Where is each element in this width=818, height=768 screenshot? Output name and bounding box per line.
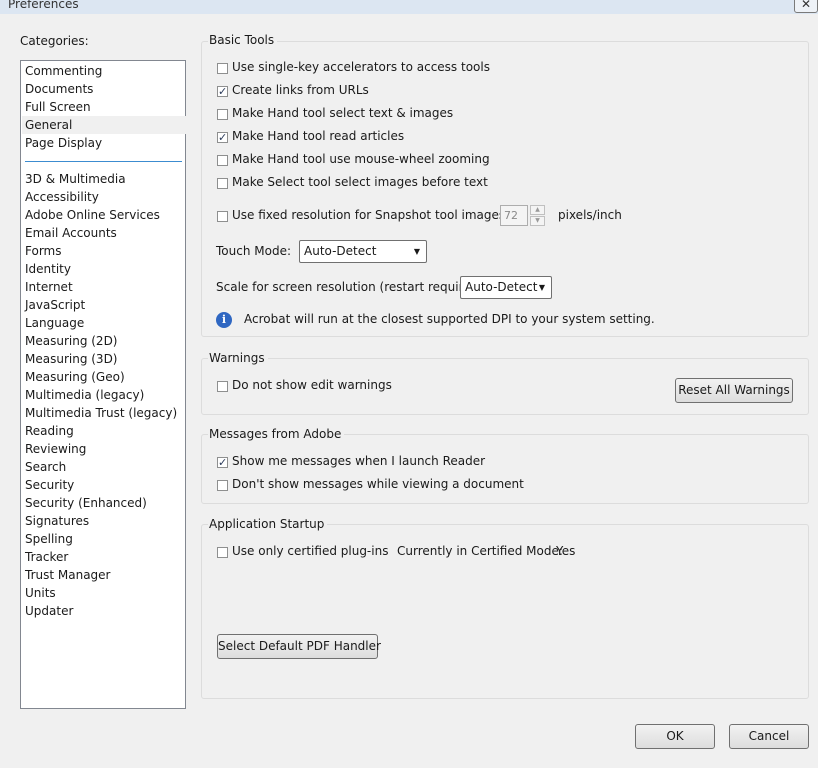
list-separator [25,161,182,162]
dpi-info-text: Acrobat will run at the closest supporte… [244,312,655,326]
category-item-email-accounts[interactable]: Email Accounts [25,224,185,242]
category-item-page-display[interactable]: Page Display [25,134,185,152]
category-item-3d-multimedia[interactable]: 3D & Multimedia [25,170,185,188]
touch-mode-value: Auto-Detect [304,244,377,258]
category-item-full-screen[interactable]: Full Screen [25,98,185,116]
reset-all-warnings-button[interactable]: Reset All Warnings [675,378,793,403]
category-item-multimedia-trust-legacy[interactable]: Multimedia Trust (legacy) [25,404,185,422]
category-item-reading[interactable]: Reading [25,422,185,440]
category-item-search[interactable]: Search [25,458,185,476]
category-item-measuring-geo[interactable]: Measuring (Geo) [25,368,185,386]
category-item-javascript[interactable]: JavaScript [25,296,185,314]
hand-select-text-checkbox[interactable] [217,109,228,120]
category-item-measuring-3d[interactable]: Measuring (3D) [25,350,185,368]
single-key-accelerators-label: Use single-key accelerators to access to… [232,60,490,74]
category-item-documents[interactable]: Documents [25,80,185,98]
pixels-per-inch-label: pixels/inch [558,208,622,222]
category-item-general[interactable]: General [22,116,188,134]
messages-group [201,434,809,504]
snapshot-resolution-input[interactable]: 72 [500,205,528,226]
category-item-identity[interactable]: Identity [25,260,185,278]
select-pdf-handler-button[interactable]: Select Default PDF Handler [217,634,381,659]
warnings-title: Warnings [208,351,268,365]
show-messages-label: Show me messages when I launch Reader [232,454,486,468]
certified-mode-label: Currently in Certified Mode: [397,544,563,558]
close-button[interactable]: ✕ [794,0,818,13]
chevron-down-icon: ▼ [538,283,546,292]
scale-resolution-label: Scale for screen resolution (restart req… [216,280,488,294]
category-item-forms[interactable]: Forms [25,242,185,260]
chevron-down-icon: ▼ [413,247,421,256]
create-links-label: Create links from URLs [232,83,369,97]
title-bar [0,0,818,14]
categories-label: Categories: [20,34,89,48]
ok-button[interactable]: OK [635,724,715,749]
hand-wheel-zoom-checkbox[interactable] [217,155,228,166]
hand-wheel-zoom-label: Make Hand tool use mouse-wheel zooming [232,152,490,166]
basic-tools-title: Basic Tools [208,33,278,47]
hand-read-articles-label: Make Hand tool read articles [232,129,405,143]
category-item-security[interactable]: Security [25,476,185,494]
certified-plugins-label: Use only certified plug-ins [232,544,389,558]
no-edit-warnings-checkbox[interactable] [217,381,228,392]
check-icon: ✓ [218,85,228,98]
category-item-multimedia-legacy[interactable]: Multimedia (legacy) [25,386,185,404]
create-links-checkbox[interactable]: ✓ [217,86,228,97]
info-icon: i [216,312,232,328]
certified-mode-value: Yes [556,544,576,558]
category-item-reviewing[interactable]: Reviewing [25,440,185,458]
category-item-internet[interactable]: Internet [25,278,185,296]
close-icon: ✕ [800,0,812,11]
show-messages-checkbox[interactable]: ✓ [217,457,228,468]
no-edit-warnings-label: Do not show edit warnings [232,378,392,392]
category-item-trust-manager[interactable]: Trust Manager [25,566,185,584]
category-item-spelling[interactable]: Spelling [25,530,185,548]
category-item-signatures[interactable]: Signatures [25,512,185,530]
hand-read-articles-checkbox[interactable]: ✓ [217,132,228,143]
category-item-measuring-2d[interactable]: Measuring (2D) [25,332,185,350]
check-icon: ✓ [218,456,228,469]
snapshot-resolution-label: Use fixed resolution for Snapshot tool i… [232,208,510,222]
category-item-updater[interactable]: Updater [25,602,185,620]
select-images-first-label: Make Select tool select images before te… [232,175,488,189]
messages-title: Messages from Adobe [208,427,345,441]
category-item-security-enhanced[interactable]: Security (Enhanced) [25,494,185,512]
cancel-button[interactable]: Cancel [729,724,809,749]
arrow-down-icon: ▼ [535,217,540,224]
category-item-accessibility[interactable]: Accessibility [25,188,185,206]
categories-list[interactable]: Commenting Documents Full Screen General… [20,60,188,709]
touch-mode-label: Touch Mode: [216,244,291,258]
hand-select-text-label: Make Hand tool select text & images [232,106,454,120]
dont-show-messages-checkbox[interactable] [217,480,228,491]
single-key-accelerators-checkbox[interactable] [217,63,228,74]
window-title: Preferences [8,0,79,11]
select-images-first-checkbox[interactable] [217,178,228,189]
scale-resolution-value: Auto-Detect [465,280,538,294]
touch-mode-select[interactable]: Auto-Detect ▼ [299,240,427,263]
spin-up-button[interactable]: ▲ [530,205,545,215]
category-item-language[interactable]: Language [25,314,185,332]
category-item-units[interactable]: Units [25,584,185,602]
category-item-tracker[interactable]: Tracker [25,548,185,566]
startup-title: Application Startup [208,517,328,531]
check-icon: ✓ [218,131,228,144]
dont-show-messages-label: Don't show messages while viewing a docu… [232,477,524,491]
snapshot-resolution-checkbox[interactable] [217,211,228,222]
category-item-commenting[interactable]: Commenting [25,62,185,80]
arrow-up-icon: ▲ [535,206,540,213]
category-item-adobe-online-services[interactable]: Adobe Online Services [25,206,185,224]
scale-resolution-select[interactable]: Auto-Detect ▼ [460,276,552,299]
spin-down-button[interactable]: ▼ [530,216,545,226]
certified-plugins-checkbox[interactable] [217,547,228,558]
